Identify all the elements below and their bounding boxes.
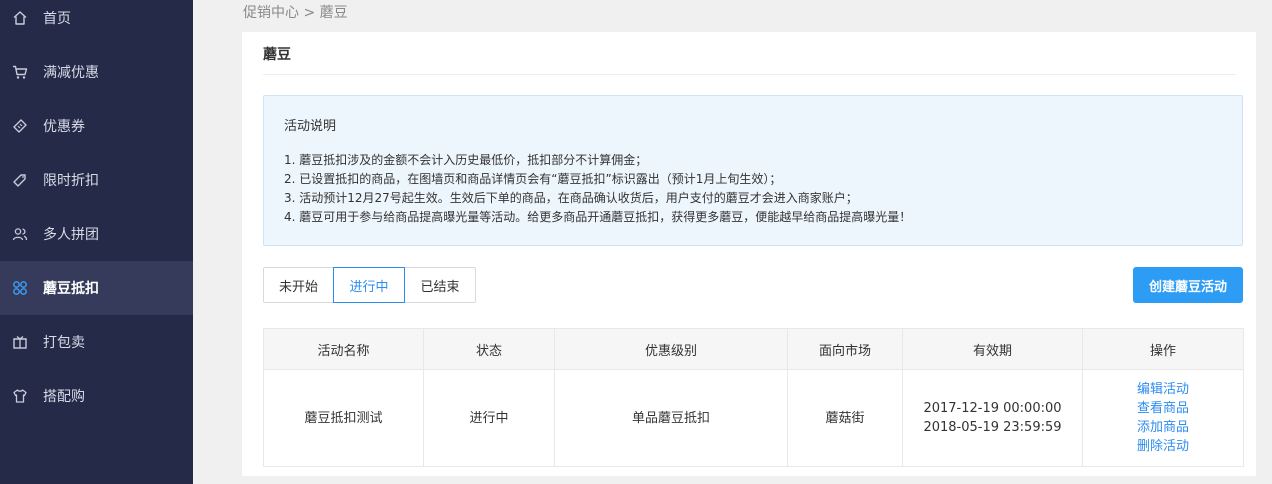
- home-icon: [13, 11, 27, 25]
- notice-item: 2. 已设置抵扣的商品，在图墙页和商品详情页会有“蘑豆抵扣”标识露出（预计1月上…: [284, 172, 782, 186]
- notice-item: 4. 蘑豆可用于参与给商品提高曝光量等活动。给更多商品开通蘑豆抵扣，获得更多蘑豆…: [284, 210, 912, 224]
- group-icon: [12, 228, 28, 241]
- sidebar-item-label: 打包卖: [43, 335, 85, 351]
- sidebar: 首页 满减优惠 优惠券 限时折扣 多人拼团 蘑豆抵扣 打包卖 搭配购: [0, 0, 193, 484]
- notice-item: 3. 活动预计12月27号起生效。生效后下单的商品，在商品确认收货后，用户支付的…: [284, 191, 858, 205]
- sidebar-item-label: 限时折扣: [43, 173, 99, 189]
- cell-level: 单品蘑豆抵扣: [554, 369, 788, 467]
- column-header-period: 有效期: [902, 328, 1083, 370]
- package-icon: [13, 336, 27, 349]
- notice-title: 活动说明: [284, 119, 337, 134]
- column-header-name: 活动名称: [263, 328, 424, 370]
- period-end: 2018-05-19 23:59:59: [923, 420, 1062, 435]
- create-activity-button[interactable]: 创建蘑豆活动: [1133, 267, 1243, 303]
- coupon-icon: [13, 119, 27, 133]
- tab-ended[interactable]: 已结束: [404, 267, 476, 303]
- shirt-icon: [13, 389, 27, 403]
- table-header-row: 活动名称 状态 优惠级别 面向市场 有效期 操作: [263, 328, 1244, 370]
- activity-notice: 活动说明 1. 蘑豆抵扣涉及的金额不会计入历史最低价，抵扣部分不计算佣金； 2.…: [263, 95, 1243, 246]
- sidebar-item-label: 满减优惠: [43, 65, 99, 81]
- period-start: 2017-12-19 00:00:00: [923, 401, 1062, 416]
- sidebar-item-group-buy[interactable]: 多人拼团: [0, 207, 193, 261]
- column-header-status: 状态: [423, 328, 555, 370]
- sidebar-item-label: 首页: [43, 11, 71, 27]
- sidebar-item-bundle[interactable]: 打包卖: [0, 315, 193, 369]
- tab-not-started[interactable]: 未开始: [263, 267, 334, 303]
- sidebar-item-label: 蘑豆抵扣: [43, 281, 99, 297]
- breadcrumb: 促销中心 > 蘑豆: [243, 5, 348, 21]
- page-title: 蘑豆: [263, 47, 291, 63]
- tag-icon: [13, 174, 26, 187]
- notice-list: 1. 蘑豆抵扣涉及的金额不会计入历史最低价，抵扣部分不计算佣金； 2. 已设置抵…: [284, 151, 911, 227]
- main-content: 促销中心 > 蘑豆 蘑豆 活动说明 1. 蘑豆抵扣涉及的金额不会计入历史最低价，…: [193, 0, 1272, 484]
- sidebar-item-coupon[interactable]: 优惠券: [0, 99, 193, 153]
- content-card: 蘑豆 活动说明 1. 蘑豆抵扣涉及的金额不会计入历史最低价，抵扣部分不计算佣金；…: [242, 32, 1256, 476]
- sidebar-item-flash-discount[interactable]: 限时折扣: [0, 153, 193, 207]
- grid-icon: [13, 281, 27, 295]
- cell-actions: 编辑活动 查看商品 添加商品 删除活动: [1082, 369, 1244, 467]
- sidebar-item-home[interactable]: 首页: [0, 0, 193, 45]
- column-header-actions: 操作: [1082, 328, 1244, 370]
- cell-market: 蘑菇街: [787, 369, 903, 467]
- table-row: 蘑豆抵扣测试 进行中 单品蘑豆抵扣 蘑菇街 2017-12-19 00:00:0…: [263, 369, 1244, 467]
- sidebar-item-label: 多人拼团: [43, 227, 99, 243]
- sidebar-item-label: 优惠券: [43, 119, 85, 135]
- add-products-link[interactable]: 添加商品: [1083, 418, 1243, 437]
- view-products-link[interactable]: 查看商品: [1083, 399, 1243, 418]
- tab-in-progress[interactable]: 进行中: [333, 267, 405, 303]
- status-tabs: 未开始 进行中 已结束: [263, 267, 476, 303]
- delete-activity-link[interactable]: 删除活动: [1083, 437, 1243, 456]
- column-header-level: 优惠级别: [554, 328, 788, 370]
- title-divider: [263, 74, 1236, 75]
- activity-table: 活动名称 状态 优惠级别 面向市场 有效期 操作 蘑豆抵扣测试 进行中 单品蘑豆…: [263, 328, 1244, 467]
- column-header-market: 面向市场: [787, 328, 903, 370]
- sidebar-item-mogu-bean[interactable]: 蘑豆抵扣: [0, 261, 193, 315]
- sidebar-item-combo[interactable]: 搭配购: [0, 369, 193, 423]
- sidebar-item-label: 搭配购: [43, 389, 85, 405]
- sidebar-item-full-reduction[interactable]: 满减优惠: [0, 45, 193, 99]
- edit-activity-link[interactable]: 编辑活动: [1083, 380, 1243, 399]
- cell-status: 进行中: [423, 369, 555, 467]
- cell-activity-name: 蘑豆抵扣测试: [263, 369, 424, 467]
- cart-icon: [13, 65, 28, 79]
- notice-item: 1. 蘑豆抵扣涉及的金额不会计入历史最低价，抵扣部分不计算佣金；: [284, 153, 648, 167]
- cell-period: 2017-12-19 00:00:00 2018-05-19 23:59:59: [902, 369, 1083, 467]
